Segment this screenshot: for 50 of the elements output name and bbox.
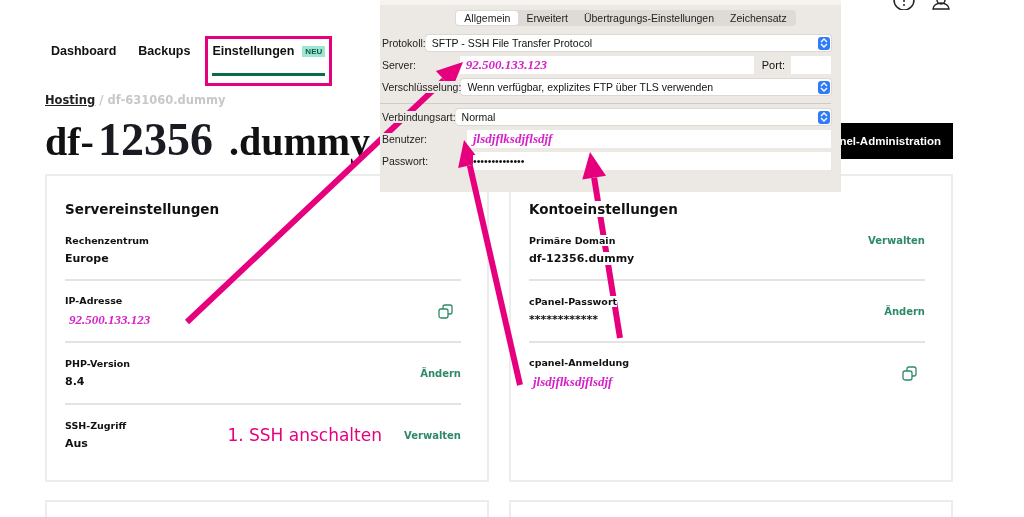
action-link[interactable]: Ändern xyxy=(420,367,461,379)
dialog-tab[interactable]: Erweitert xyxy=(518,11,576,25)
action-link[interactable]: Verwalten xyxy=(404,429,461,441)
dialog-tab[interactable]: Zeichensatz xyxy=(722,11,795,25)
field-label: Benutzer: xyxy=(380,133,427,145)
breadcrumb-link[interactable]: Hosting xyxy=(45,93,96,107)
field-label: Port: xyxy=(761,59,785,71)
field-label: PHP-Version xyxy=(65,358,131,369)
field-value: df-12356.dummy xyxy=(529,252,635,265)
card-title: Kontoeinstellungen xyxy=(529,201,678,217)
field-label: Verschlüsselung: xyxy=(380,81,462,93)
user-icon[interactable] xyxy=(931,0,951,10)
dialog-tab[interactable]: Übertragungs-Einstellungen xyxy=(575,11,723,25)
field-label: SSH-Zugriff xyxy=(65,420,127,431)
field-label: cPanel-Passwort xyxy=(529,296,618,307)
input-field[interactable]: 92.500.133.123 xyxy=(459,56,754,74)
page-title: df-12356 .dummy xyxy=(45,120,371,162)
nav-tab[interactable]: Backups xyxy=(138,44,191,76)
stepper-icon xyxy=(818,80,830,94)
annotation-text: 1. SSH anschalten xyxy=(227,425,382,445)
field-label: IP-Adresse xyxy=(65,294,123,306)
field-value: 8.4 xyxy=(65,375,85,388)
action-link[interactable]: Ändern xyxy=(884,305,925,317)
input-field[interactable]: •••••••••••••• xyxy=(467,152,831,170)
port-field[interactable] xyxy=(791,56,831,74)
dropdown[interactable]: Wenn verfügbar, explizites FTP über TLS verwenden xyxy=(461,79,831,95)
input-field[interactable]: jlsdjflksdjflsdjf xyxy=(467,130,831,148)
dialog-tab[interactable]: Allgemein xyxy=(456,11,519,25)
field-value: Europe xyxy=(65,252,109,265)
stepper-icon xyxy=(818,36,830,50)
stepper-icon xyxy=(818,110,830,124)
card-title: Servereinstellungen xyxy=(65,201,220,217)
field-label: Primäre Domain xyxy=(529,235,616,246)
breadcrumb-separator: / xyxy=(99,93,104,107)
dropdown[interactable]: Normal xyxy=(455,109,831,125)
field-label: Server: xyxy=(380,59,416,71)
nav-tab[interactable]: Dashboard xyxy=(51,44,117,76)
field-label: cpanel-Anmeldung xyxy=(529,356,630,368)
field-label: Rechenzentrum xyxy=(65,235,149,246)
info-icon[interactable] xyxy=(893,0,915,10)
new-badge: NEU xyxy=(302,46,326,57)
field-label: Protokoll: xyxy=(380,37,426,49)
nav-tab[interactable]: Einstellungen NEU xyxy=(212,44,326,76)
field-label: Verbindungsart: xyxy=(380,111,456,123)
field-label: Passwort: xyxy=(380,155,429,167)
action-link[interactable]: Verwalten xyxy=(868,235,925,246)
dropdown[interactable]: SFTP - SSH File Transfer Protocol xyxy=(425,35,831,51)
field-value: Aus xyxy=(65,437,88,450)
copy-icon[interactable] xyxy=(902,365,917,381)
copy-icon[interactable] xyxy=(438,303,453,319)
